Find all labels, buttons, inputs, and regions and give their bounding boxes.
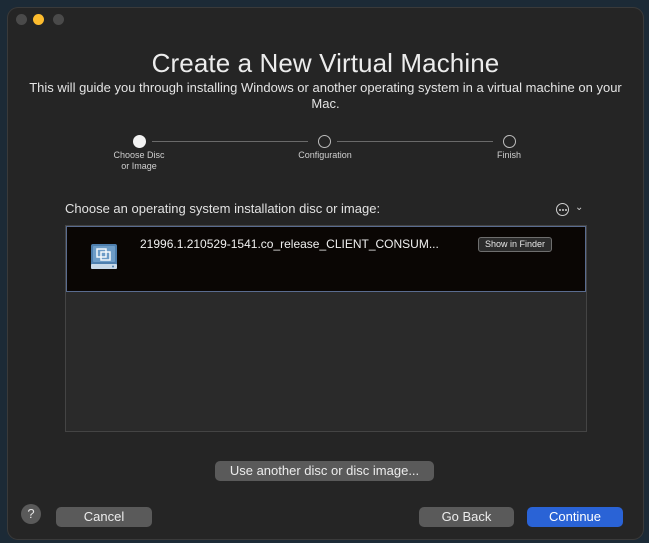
cancel-button[interactable]: Cancel: [56, 507, 152, 527]
step-indicator-finish: [503, 135, 516, 148]
step-indicator-configuration: [318, 135, 331, 148]
use-another-disc-button[interactable]: Use another disc or disc image...: [215, 461, 434, 481]
close-window-button[interactable]: [16, 14, 27, 25]
continue-button[interactable]: Continue: [527, 507, 623, 527]
zoom-window-button[interactable]: [53, 14, 64, 25]
chooser-label: Choose an operating system installation …: [65, 201, 381, 216]
step-connector: [337, 141, 493, 142]
options-menu-button[interactable]: ⌄: [556, 202, 586, 217]
disc-image-list[interactable]: 21996.1.210529-1541.co_release_CLIENT_CO…: [65, 225, 587, 432]
ellipsis-circle-icon: [556, 203, 569, 216]
chevron-down-icon: ⌄: [575, 202, 584, 213]
go-back-button[interactable]: Go Back: [419, 507, 514, 527]
page-title: Create a New Virtual Machine: [151, 48, 500, 78]
show-in-finder-button[interactable]: Show in Finder: [478, 237, 553, 252]
step-label-finish: Finish: [496, 150, 521, 160]
disc-image-name: 21996.1.210529-1541.co_release_CLIENT_CO…: [140, 237, 439, 251]
step-connector: [152, 141, 308, 142]
step-label-choose: Choose Disc or Image: [113, 150, 165, 171]
step-indicator-choose: [133, 135, 146, 148]
window: Create a New Virtual Machine This will g…: [7, 7, 644, 540]
list-item[interactable]: 21996.1.210529-1541.co_release_CLIENT_CO…: [66, 226, 586, 292]
disc-image-icon: [91, 244, 117, 269]
help-button[interactable]: ?: [21, 504, 41, 524]
step-label-configuration: Configuration: [298, 150, 352, 160]
page-subtitle: This will guide you through installing W…: [29, 80, 622, 111]
minimize-window-button[interactable]: [33, 14, 44, 25]
